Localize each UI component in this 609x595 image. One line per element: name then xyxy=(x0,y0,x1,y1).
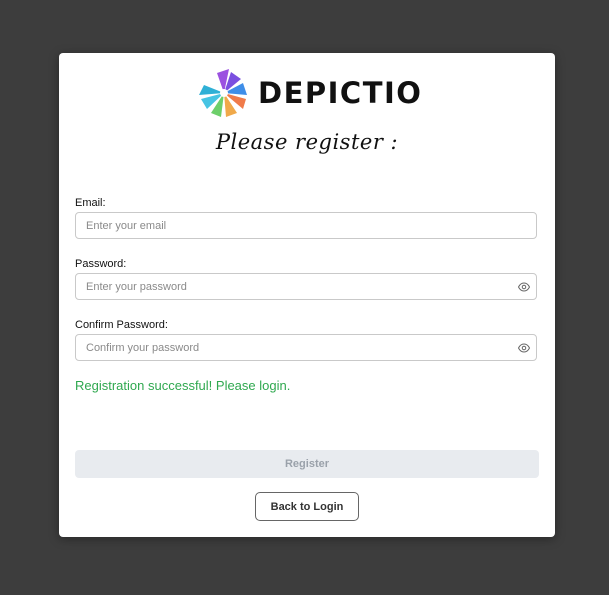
eye-icon[interactable] xyxy=(518,342,530,354)
register-button[interactable]: Register xyxy=(75,450,539,478)
confirm-password-field-wrapper xyxy=(75,334,537,361)
confirm-password-label: Confirm Password: xyxy=(75,319,168,331)
password-field-wrapper xyxy=(75,273,537,300)
password-input[interactable] xyxy=(76,274,516,299)
email-label: Email: xyxy=(75,197,106,209)
depictio-logo-icon xyxy=(199,69,247,117)
email-field-wrapper xyxy=(75,212,537,239)
page-title: Please register : xyxy=(215,130,399,154)
status-message: Registration successful! Please login. xyxy=(75,378,291,393)
register-card: DEPICTIO Please register : Email: Passwo… xyxy=(59,53,555,537)
eye-icon[interactable] xyxy=(518,281,530,293)
back-to-login-button[interactable]: Back to Login xyxy=(255,492,359,521)
password-label: Password: xyxy=(75,258,127,270)
brand-logo: DEPICTIO xyxy=(199,69,422,117)
email-input[interactable] xyxy=(76,213,516,238)
confirm-password-input[interactable] xyxy=(76,335,516,360)
brand-name: DEPICTIO xyxy=(258,75,423,110)
